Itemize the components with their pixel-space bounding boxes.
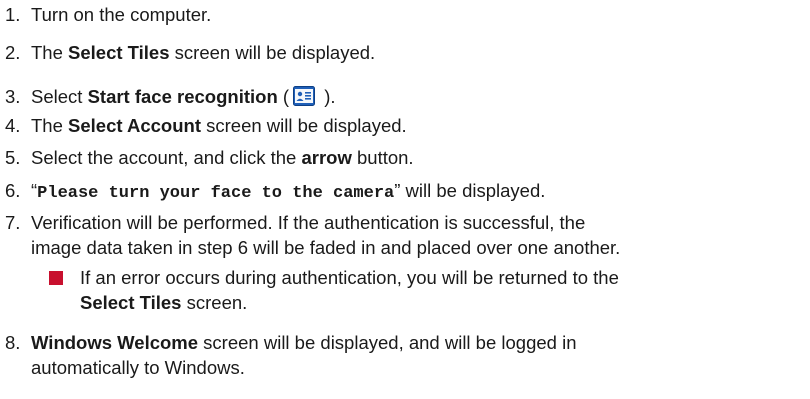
step-text: Turn on the computer. (31, 4, 212, 25)
select-tiles-label: Select Tiles (68, 42, 170, 63)
step-text: The Select Tiles screen will be displaye… (31, 42, 376, 63)
select-account-label: Select Account (68, 115, 201, 136)
step-8: 8. Windows Welcome screen will be displa… (0, 330, 800, 380)
step-number: 6. (5, 180, 21, 201)
step-text: Select Start face recognition ( ). (31, 86, 336, 107)
note-text: If an error occurs during authentication… (80, 267, 619, 313)
arrow-label: arrow (301, 147, 352, 168)
step-text: Verification will be performed. If the a… (31, 212, 621, 258)
bullet-square-icon (49, 271, 63, 285)
step-number: 4. (5, 115, 21, 136)
step-7: 7. Verification will be performed. If th… (0, 210, 800, 260)
step-number: 1. (5, 4, 21, 25)
step-number: 3. (5, 86, 21, 107)
select-tiles-label: Select Tiles (80, 292, 182, 313)
error-note: If an error occurs during authentication… (49, 265, 789, 315)
step-number: 8. (5, 332, 21, 353)
step-text: Select the account, and click the arrow … (31, 147, 414, 168)
step-number: 2. (5, 42, 21, 63)
step-text: “Please turn your face to the camera” wi… (31, 180, 546, 203)
step-number: 5. (5, 147, 21, 168)
step-text: The Select Account screen will be displa… (31, 115, 407, 136)
start-face-recognition-label: Start face recognition (87, 86, 278, 107)
step-number: 7. (5, 212, 21, 233)
face-recognition-icon (293, 86, 316, 106)
windows-welcome-label: Windows Welcome (31, 332, 199, 353)
step-text: Windows Welcome screen will be displayed… (31, 332, 577, 378)
camera-prompt-message: Please turn your face to the camera (37, 184, 395, 203)
